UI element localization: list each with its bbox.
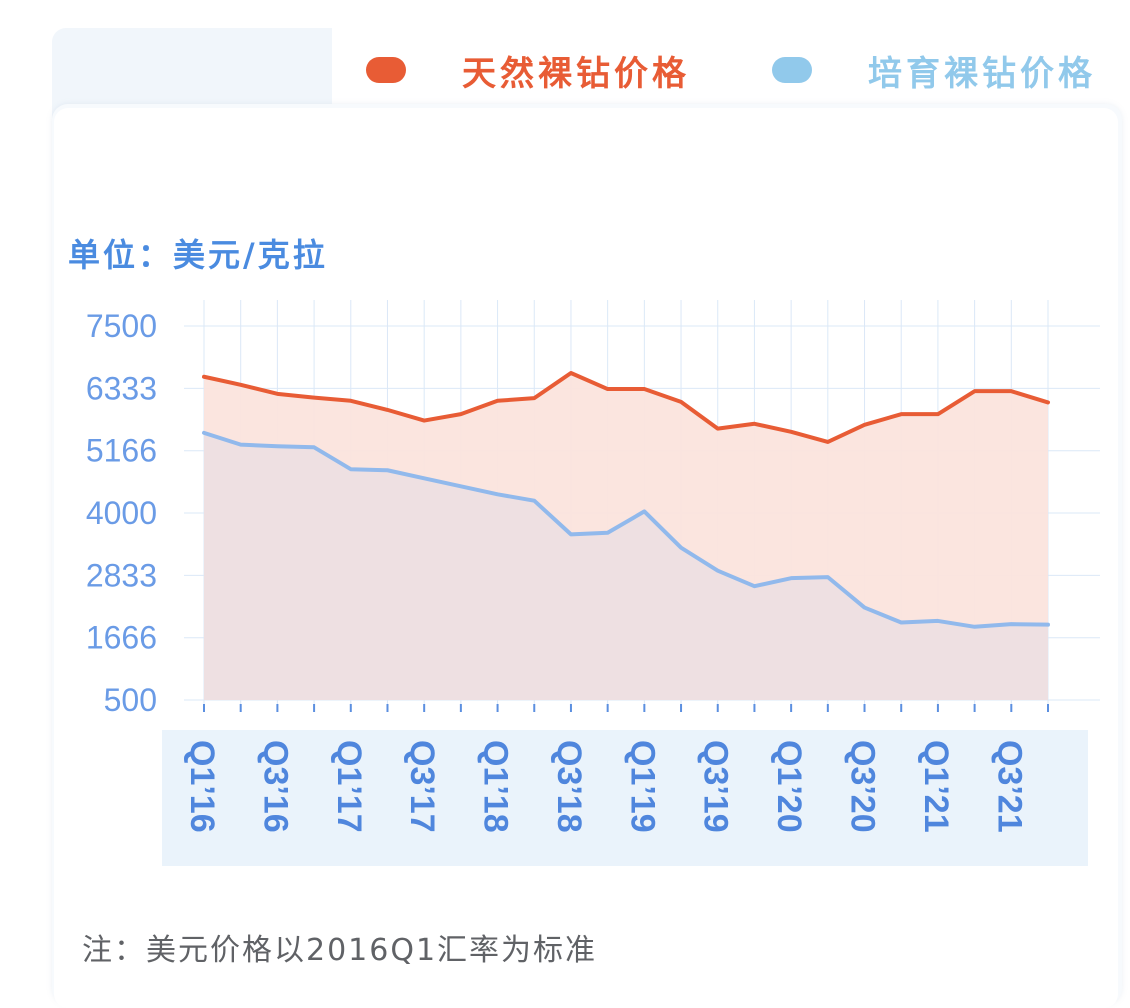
x-tick-label: Q3’18 — [550, 740, 588, 833]
x-tick-label: Q3’16 — [256, 740, 294, 833]
x-tick-label: Q3’20 — [844, 740, 882, 833]
x-tick-label: Q3’21 — [990, 740, 1028, 833]
x-tick-label: Q3’17 — [403, 740, 441, 833]
x-tick-label: Q1’21 — [917, 740, 955, 833]
y-tick-label: 500 — [104, 682, 157, 718]
x-tick-label-group: Q1’19 — [623, 740, 661, 833]
x-tick-label: Q1’16 — [183, 740, 221, 833]
x-tick-label-group: Q1’20 — [770, 740, 808, 833]
y-tick-label: 6333 — [86, 370, 157, 406]
x-tick-label: Q1’20 — [770, 740, 808, 833]
x-tick-label-group: Q1’21 — [917, 740, 955, 833]
y-tick-label: 4000 — [86, 495, 157, 531]
y-tick-label: 1666 — [86, 620, 157, 656]
infographic: 天然裸钻价格 培育裸钻价格 单位：美元/克拉 7500 6333 5166 4000 2… — [0, 0, 1130, 1008]
x-tick-label-group: Q1’17 — [330, 740, 368, 833]
x-tick-label-group: Q3’17 — [403, 740, 441, 833]
x-tick-label-group: Q3’19 — [697, 740, 735, 833]
x-tick-label: Q1’17 — [330, 740, 368, 833]
series-areas — [204, 373, 1048, 700]
footnote: 注：美元价格以2016Q1汇率为标准 — [82, 933, 598, 968]
x-tick-label: Q1’18 — [477, 740, 515, 833]
x-tick-label-group: Q3’20 — [844, 740, 882, 833]
x-tick-label-group: Q3’16 — [256, 740, 294, 833]
y-tick-labels: 7500 6333 5166 4000 2833 1666 500 — [86, 308, 157, 718]
x-tick-label-group: Q3’21 — [990, 740, 1028, 833]
y-tick-label: 2833 — [86, 557, 157, 593]
x-tick-label-group: Q1’18 — [477, 740, 515, 833]
x-tick-label-group: Q1’16 — [183, 740, 221, 833]
x-tick-label: Q3’19 — [697, 740, 735, 833]
x-tick-label: Q1’19 — [623, 740, 661, 833]
price-chart: 7500 6333 5166 4000 2833 1666 500 Q1’16 Q3’16 Q1… — [86, 300, 1100, 866]
y-tick-label: 7500 — [86, 308, 157, 344]
y-tick-label: 5166 — [86, 433, 157, 469]
x-tick-label-group: Q3’18 — [550, 740, 588, 833]
